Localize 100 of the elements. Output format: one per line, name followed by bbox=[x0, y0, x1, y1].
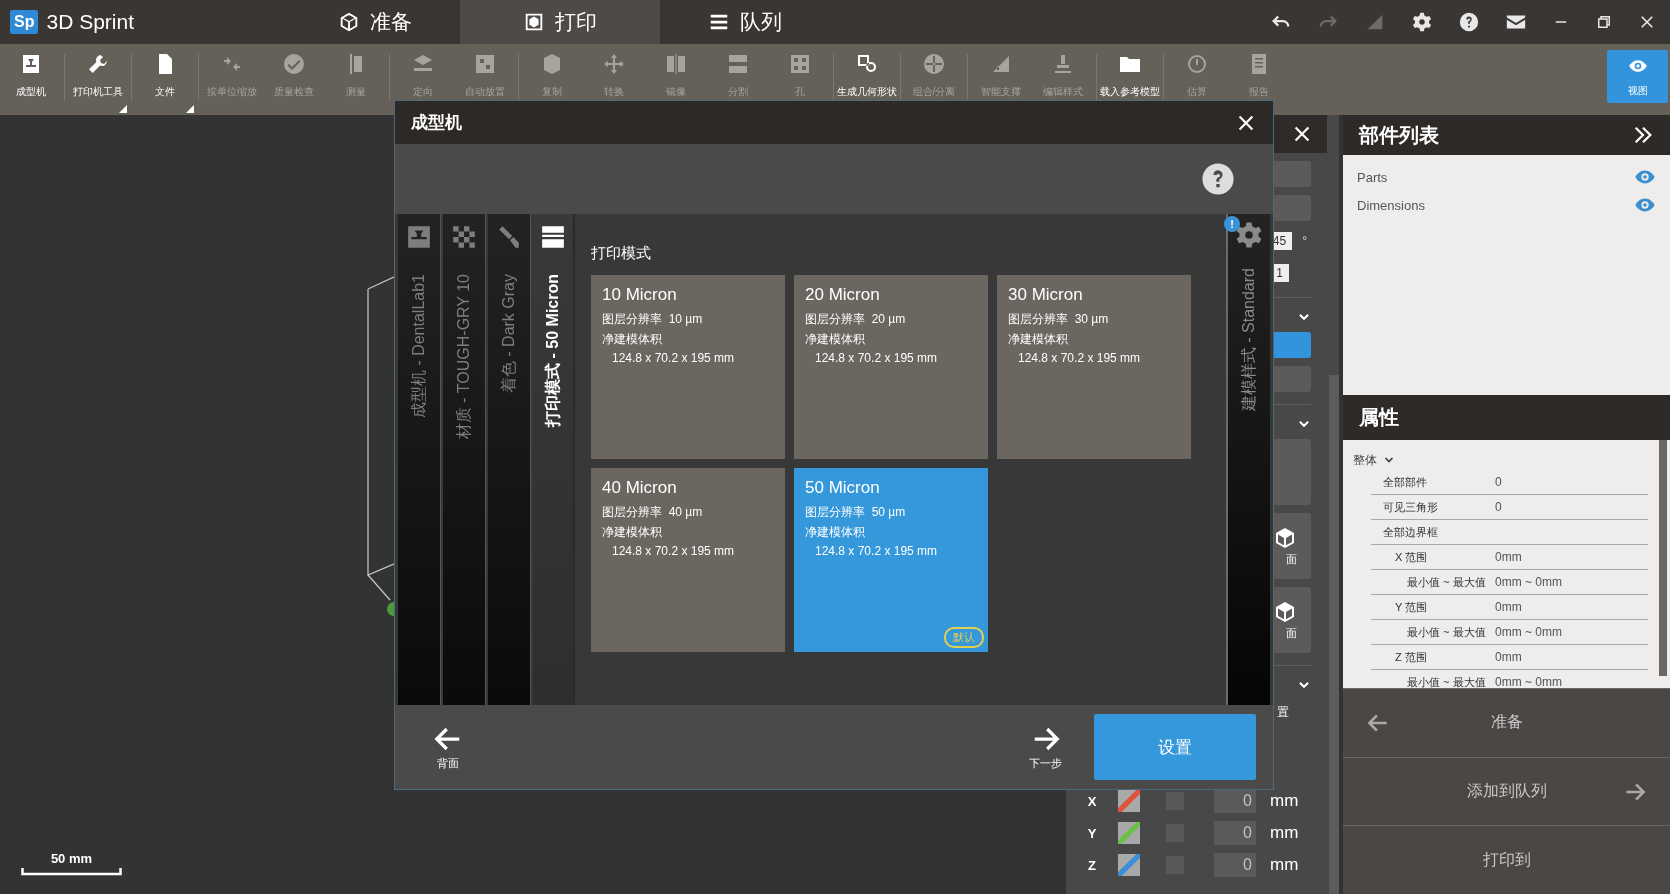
step-tab[interactable]: 着色 - Dark Gray bbox=[488, 214, 531, 705]
next-button[interactable]: 下一步 bbox=[1023, 722, 1068, 772]
mode-volume: 124.8 x 70.2 x 195 mm bbox=[814, 351, 939, 365]
property-value: 0mm bbox=[1495, 650, 1522, 664]
scrollbar[interactable] bbox=[1329, 375, 1339, 894]
step-tab[interactable]: ! 建模样式 - Standard bbox=[1226, 214, 1270, 705]
mode-volume-label: 净建模体积 bbox=[805, 331, 866, 348]
property-label: 全部边界框 bbox=[1383, 524, 1438, 540]
mode-title: 20 Micron bbox=[805, 285, 881, 305]
property-label: Y 范围 bbox=[1395, 599, 1428, 615]
part-list-item[interactable]: Dimensions bbox=[1357, 197, 1425, 213]
scrollbar-thumb[interactable] bbox=[1659, 440, 1667, 676]
panel-title: 属性 bbox=[1359, 405, 1399, 430]
part-list-item[interactable]: Parts bbox=[1357, 169, 1388, 185]
toolbar-button[interactable]: 成型机 bbox=[0, 44, 62, 115]
checker-icon bbox=[451, 224, 477, 250]
step-tab[interactable]: 成型机 - DentalLab1 bbox=[398, 214, 441, 705]
cube-icon bbox=[1273, 599, 1297, 624]
offset-field[interactable]: 0 bbox=[1214, 853, 1256, 877]
property-value: 0mm bbox=[1495, 550, 1522, 564]
back-button[interactable]: 背面 bbox=[427, 722, 469, 772]
help-icon[interactable] bbox=[1458, 11, 1480, 33]
nav-tab[interactable]: 队列 bbox=[660, 0, 830, 44]
print-mode-card[interactable]: 50 Micron 图层分辨率 50 µm 净建模体积 124.8 x 70.2 x 195 mm 默认 bbox=[794, 468, 988, 652]
grid-icon bbox=[473, 52, 497, 76]
property-label: 可见三角形 bbox=[1383, 499, 1438, 515]
mode-resolution: 图层分辨率 50 µm bbox=[805, 504, 907, 521]
property-value: 0 bbox=[1495, 475, 1502, 489]
alert-badge: ! bbox=[1224, 216, 1240, 232]
mode-resolution: 图层分辨率 30 µm bbox=[1008, 311, 1110, 328]
panel-title: 部件列表 bbox=[1359, 122, 1439, 148]
property-value: 0mm ~ 0mm bbox=[1495, 675, 1562, 688]
mode-volume-label: 净建模体积 bbox=[805, 524, 866, 541]
property-label: 全部部件 bbox=[1383, 474, 1427, 490]
step-tab[interactable]: 材质 - TOUGH-GRY 10 bbox=[443, 214, 486, 705]
brush-icon bbox=[496, 224, 522, 250]
view-button[interactable]: 视图 bbox=[1607, 50, 1668, 103]
mode-volume-label: 净建模体积 bbox=[602, 331, 663, 348]
mode-title: 40 Micron bbox=[602, 478, 678, 498]
property-value: 0mm ~ 0mm bbox=[1495, 625, 1562, 639]
group-label: 整体 bbox=[1353, 451, 1377, 469]
mode-resolution: 图层分辨率 40 µm bbox=[602, 504, 704, 521]
offset-field[interactable]: 0 bbox=[1214, 821, 1256, 845]
property-value: 0mm bbox=[1495, 600, 1522, 614]
default-badge: 默认 bbox=[944, 627, 984, 648]
settings-icon[interactable] bbox=[1411, 11, 1433, 33]
app-logo: Sp bbox=[10, 10, 39, 34]
degree-unit: ° bbox=[1302, 234, 1307, 248]
move-icon bbox=[602, 52, 626, 76]
print-mode-card[interactable]: 10 Micron 图层分辨率 10 µm 净建模体积 124.8 x 70.2 x 195 mm bbox=[591, 275, 785, 459]
mode-volume: 124.8 x 70.2 x 195 mm bbox=[611, 351, 736, 365]
scale-label: 50 mm bbox=[50, 851, 93, 866]
settings-icon bbox=[1234, 220, 1264, 250]
toolbar-button[interactable]: 载入参考模型 bbox=[1099, 44, 1161, 115]
property-label: 最小值 ~ 最大值 bbox=[1407, 674, 1486, 688]
app-name: 3D Sprint bbox=[46, 10, 134, 34]
help-icon[interactable] bbox=[1201, 162, 1235, 196]
property-label: Z 范围 bbox=[1395, 649, 1427, 665]
print-mode-card[interactable]: 30 Micron 图层分辨率 30 µm 净建模体积 124.8 x 70.2 x 195 mm bbox=[997, 275, 1191, 459]
axis-label: Y bbox=[1086, 825, 1098, 841]
cube-icon bbox=[523, 11, 545, 33]
axis-color-swatch bbox=[1118, 854, 1140, 876]
toolbar-button[interactable]: 打印机工具 bbox=[67, 44, 129, 115]
dialog-title: 成型机 bbox=[411, 112, 462, 134]
nav-tab[interactable]: 打印 bbox=[460, 0, 660, 44]
wrench-icon bbox=[86, 52, 110, 76]
offset-field[interactable]: 0 bbox=[1214, 789, 1256, 813]
unit-label: mm bbox=[1270, 791, 1299, 811]
printer-icon bbox=[406, 224, 432, 250]
mode-volume: 124.8 x 70.2 x 195 mm bbox=[611, 544, 736, 558]
toolbar-button[interactable]: 文件 bbox=[134, 44, 196, 115]
double-chevron-icon[interactable] bbox=[1632, 124, 1654, 146]
property-label: X 范围 bbox=[1395, 549, 1428, 565]
section-label: 置 bbox=[1277, 703, 1289, 721]
close-icon[interactable] bbox=[1638, 13, 1656, 31]
step-tab[interactable]: 打印模式 - 50 Micron bbox=[533, 214, 575, 705]
mode-title: 10 Micron bbox=[602, 285, 678, 305]
mode-volume-label: 净建模体积 bbox=[1008, 331, 1069, 348]
mode-volume-label: 净建模体积 bbox=[602, 524, 663, 541]
nav-tab[interactable]: 准备 bbox=[290, 0, 460, 44]
axis-color-swatch bbox=[1118, 790, 1140, 812]
unit-label: mm bbox=[1270, 855, 1299, 875]
holes-icon bbox=[788, 52, 812, 76]
property-value: 0 bbox=[1495, 500, 1502, 514]
property-label: 最小值 ~ 最大值 bbox=[1407, 624, 1486, 640]
unit-label: mm bbox=[1270, 823, 1299, 843]
mode-title: 30 Micron bbox=[1008, 285, 1084, 305]
restore-icon[interactable] bbox=[1595, 13, 1613, 31]
mode-volume: 124.8 x 70.2 x 195 mm bbox=[1017, 351, 1142, 365]
timer-icon bbox=[1185, 52, 1209, 76]
print-mode-card[interactable]: 40 Micron 图层分辨率 40 µm 净建模体积 124.8 x 70.2 x 195 mm bbox=[591, 468, 785, 652]
axis-label: X bbox=[1086, 793, 1098, 809]
mode-title: 50 Micron bbox=[805, 478, 881, 498]
axis-label: Z bbox=[1087, 857, 1097, 873]
cube-icon bbox=[1273, 525, 1297, 550]
confirm-button[interactable]: 设置 bbox=[1094, 714, 1256, 780]
layers-icon bbox=[540, 224, 566, 250]
print-mode-card[interactable]: 20 Micron 图层分辨率 20 µm 净建模体积 124.8 x 70.2 x 195 mm bbox=[794, 275, 988, 459]
mirror-icon bbox=[664, 52, 688, 76]
mode-resolution: 图层分辨率 20 µm bbox=[805, 311, 907, 328]
